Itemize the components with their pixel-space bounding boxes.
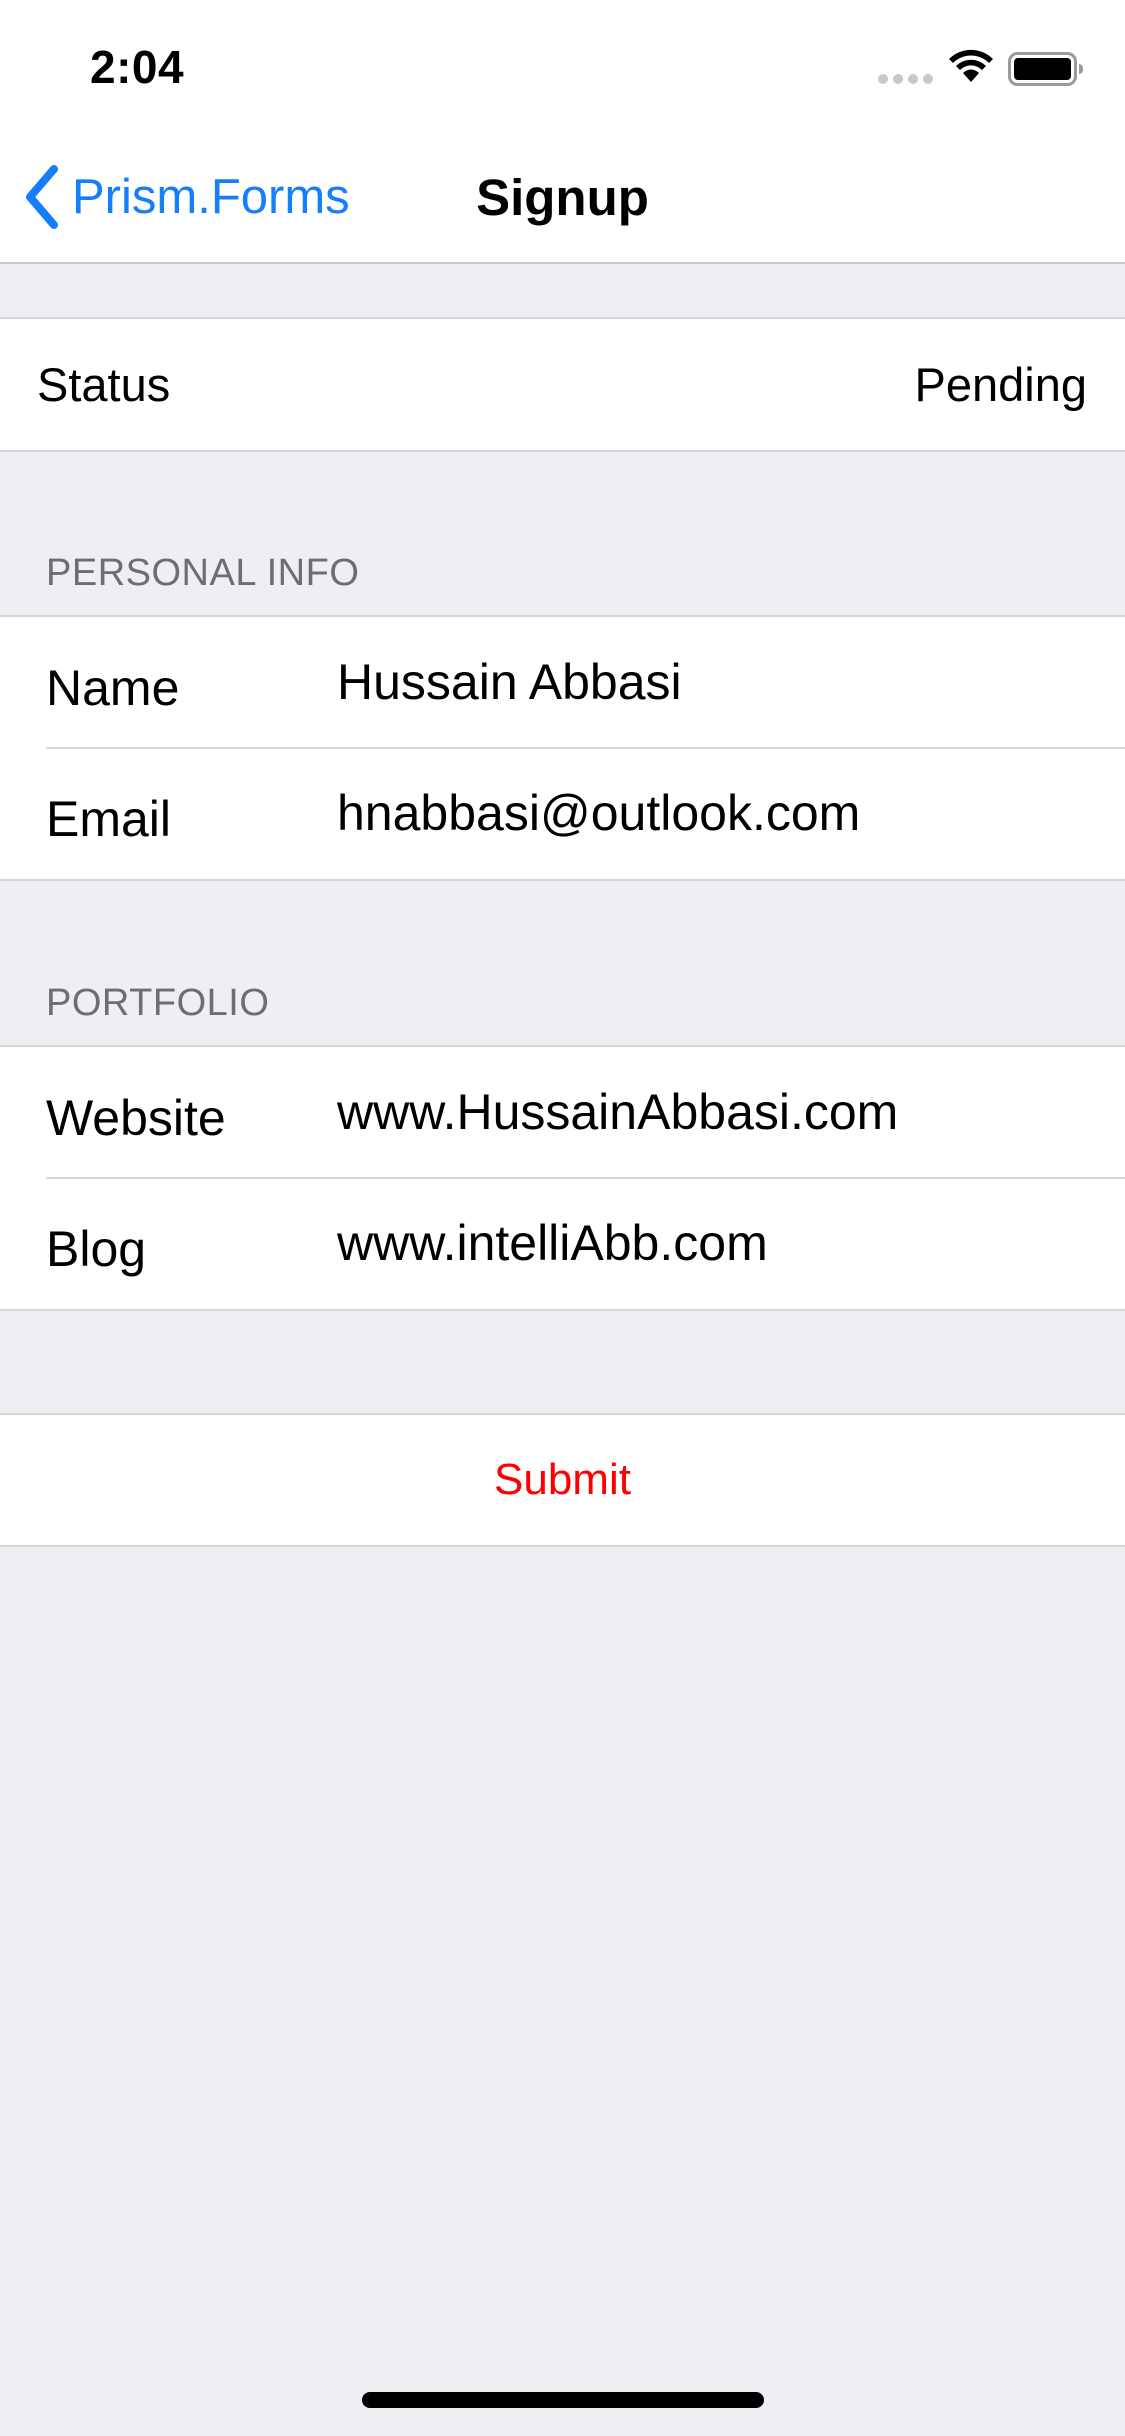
status-value: Pending	[914, 358, 1088, 411]
personal-info-header: PERSONAL INFO	[46, 552, 360, 594]
battery-icon	[1008, 52, 1083, 86]
email-row[interactable]: Email hnabbasi@outlook.com	[0, 747, 1125, 879]
portfolio-header: PORTFOLIO	[46, 982, 270, 1024]
wifi-icon	[949, 49, 993, 82]
name-field[interactable]: Hussain Abbasi	[337, 653, 682, 711]
name-row[interactable]: Name Hussain Abbasi	[0, 617, 1125, 748]
website-row[interactable]: Website www.HussainAbbasi.com	[0, 1047, 1125, 1178]
signup-screen: 2:04 Prism.Forms Signup Status Pending P…	[0, 0, 1125, 2436]
email-label: Email	[46, 791, 172, 847]
home-indicator[interactable]	[362, 2392, 764, 2408]
status-time: 2:04	[90, 41, 185, 93]
cellular-signal-icon	[878, 74, 933, 84]
blog-row[interactable]: Blog www.intelliAbb.com	[0, 1177, 1125, 1309]
email-field[interactable]: hnabbasi@outlook.com	[337, 784, 860, 842]
submit-button[interactable]: Submit	[0, 1415, 1125, 1545]
submit-section: Submit	[0, 1413, 1125, 1547]
website-label: Website	[46, 1090, 226, 1146]
status-row: Status Pending	[0, 319, 1125, 450]
personal-info-section: Name Hussain Abbasi Email hnabbasi@outlo…	[0, 615, 1125, 881]
page-title: Signup	[476, 169, 649, 226]
website-field[interactable]: www.HussainAbbasi.com	[337, 1083, 898, 1141]
navigation-bar: Prism.Forms Signup	[0, 132, 1125, 264]
status-label: Status	[37, 358, 171, 411]
blog-field[interactable]: www.intelliAbb.com	[337, 1214, 768, 1272]
status-section: Status Pending	[0, 317, 1125, 452]
portfolio-section: Website www.HussainAbbasi.com Blog www.i…	[0, 1045, 1125, 1311]
blog-label: Blog	[46, 1221, 147, 1277]
status-bar: 2:04	[0, 0, 1125, 132]
name-label: Name	[46, 660, 180, 716]
